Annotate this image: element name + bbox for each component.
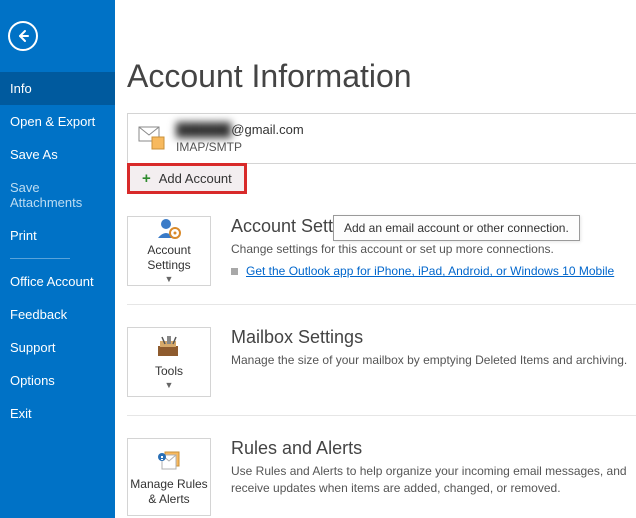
account-email-hidden: ██████: [176, 121, 231, 139]
sidebar-item-support[interactable]: Support: [0, 331, 115, 364]
account-settings-button[interactable]: Account Settings ▼: [127, 216, 211, 286]
sidebar-item-info[interactable]: Info: [0, 72, 115, 105]
plus-icon: +: [142, 171, 151, 186]
account-settings-button-label: Account Settings: [130, 243, 208, 273]
manage-rules-button-label: Manage Rules & Alerts: [130, 477, 208, 507]
sidebar-item-save-attachments: Save Attachments: [0, 171, 115, 219]
section-mailbox-settings: Tools ▼ Mailbox Settings Manage the size…: [127, 327, 636, 416]
section-rules-alerts: Manage Rules & Alerts Rules and Alerts U…: [127, 438, 636, 516]
sidebar-item-save-as[interactable]: Save As: [0, 138, 115, 171]
bullet-icon: [231, 268, 238, 275]
mailbox-icon: [138, 125, 166, 151]
sidebar-item-exit[interactable]: Exit: [0, 397, 115, 430]
account-settings-icon: [156, 216, 182, 240]
account-email: ██████@gmail.com: [176, 121, 304, 139]
rules-alerts-icon: [155, 448, 183, 472]
tools-icon: [156, 335, 182, 359]
tools-button-label: Tools: [155, 364, 183, 379]
rules-alerts-desc: Use Rules and Alerts to help organize yo…: [231, 463, 636, 498]
sidebar-item-office-account[interactable]: Office Account: [0, 265, 115, 298]
back-button[interactable]: [8, 21, 38, 51]
add-account-label: Add Account: [159, 171, 232, 186]
account-email-suffix: @gmail.com: [231, 122, 303, 137]
sidebar-item-options[interactable]: Options: [0, 364, 115, 397]
get-outlook-app-link[interactable]: Get the Outlook app for iPhone, iPad, An…: [246, 264, 614, 278]
manage-rules-button[interactable]: Manage Rules & Alerts: [127, 438, 211, 516]
chevron-down-icon: ▼: [165, 380, 174, 391]
rules-alerts-title: Rules and Alerts: [231, 438, 636, 459]
sidebar-item-print[interactable]: Print: [0, 219, 115, 252]
tools-button[interactable]: Tools ▼: [127, 327, 211, 397]
account-selector[interactable]: ██████@gmail.com IMAP/SMTP: [127, 113, 636, 164]
sidebar-separator: [10, 258, 70, 259]
mailbox-settings-desc: Manage the size of your mailbox by empty…: [231, 352, 636, 369]
mailbox-settings-title: Mailbox Settings: [231, 327, 636, 348]
add-account-tooltip: Add an email account or other connection…: [333, 215, 580, 241]
sidebar-item-open-export[interactable]: Open & Export: [0, 105, 115, 138]
chevron-down-icon: ▼: [165, 274, 174, 285]
account-info: ██████@gmail.com IMAP/SMTP: [176, 121, 304, 156]
main-panel: Account Information ██████@gmail.com IMA…: [115, 0, 636, 518]
back-arrow-icon: [15, 28, 31, 44]
back-row: [0, 0, 115, 72]
backstage-sidebar: Info Open & Export Save As Save Attachme…: [0, 0, 115, 518]
add-account-button[interactable]: + Add Account: [127, 163, 247, 194]
page-title: Account Information: [127, 58, 636, 95]
account-protocol: IMAP/SMTP: [176, 139, 304, 156]
sidebar-item-feedback[interactable]: Feedback: [0, 298, 115, 331]
account-settings-desc: Change settings for this account or set …: [231, 241, 636, 258]
